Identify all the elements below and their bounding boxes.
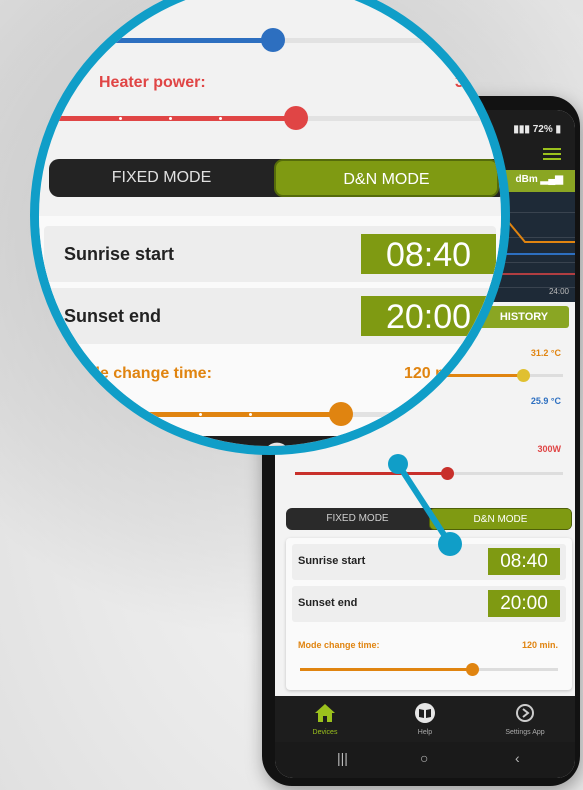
zoom-schedule-panel: Sunrise start 08:40 Sunset end 20:00 (39, 216, 501, 436)
zoom-dn-mode-option[interactable]: D&N MODE (274, 159, 499, 197)
zoom-heater-value: 3 (455, 74, 464, 91)
zoom-sunrise-label: Sunrise start (64, 244, 175, 264)
zoom-sunrise-row: Sunrise start 08:40 (44, 226, 496, 282)
zoom-sunset-row: Sunset end 20:00 (44, 288, 496, 344)
zoom-temp-slider[interactable] (39, 28, 501, 52)
zoom-heater-label: Heater power: (99, 74, 206, 91)
zoom-mode-change-label: Mode change time: (67, 365, 212, 382)
zoom-mode-toggle[interactable]: FIXED MODE D&N MODE (49, 159, 501, 197)
zoom-sunset-time[interactable]: 20:00 (361, 296, 496, 336)
zoom-book-icon[interactable] (261, 441, 293, 455)
zoom-sunrise-time[interactable]: 08:40 (361, 234, 496, 274)
zoom-mode-change-slider[interactable] (39, 402, 501, 426)
zoom-fixed-mode-option[interactable]: FIXED MODE (49, 159, 274, 197)
zoom-mode-change-value: 120 min. (404, 365, 469, 382)
zoom-heater-slider[interactable] (39, 106, 501, 130)
magnifier-lens: Heater power: 3 FIXED MODE D&N MODE Sunr… (30, 0, 510, 455)
zoom-sunset-label: Sunset end (64, 306, 162, 326)
